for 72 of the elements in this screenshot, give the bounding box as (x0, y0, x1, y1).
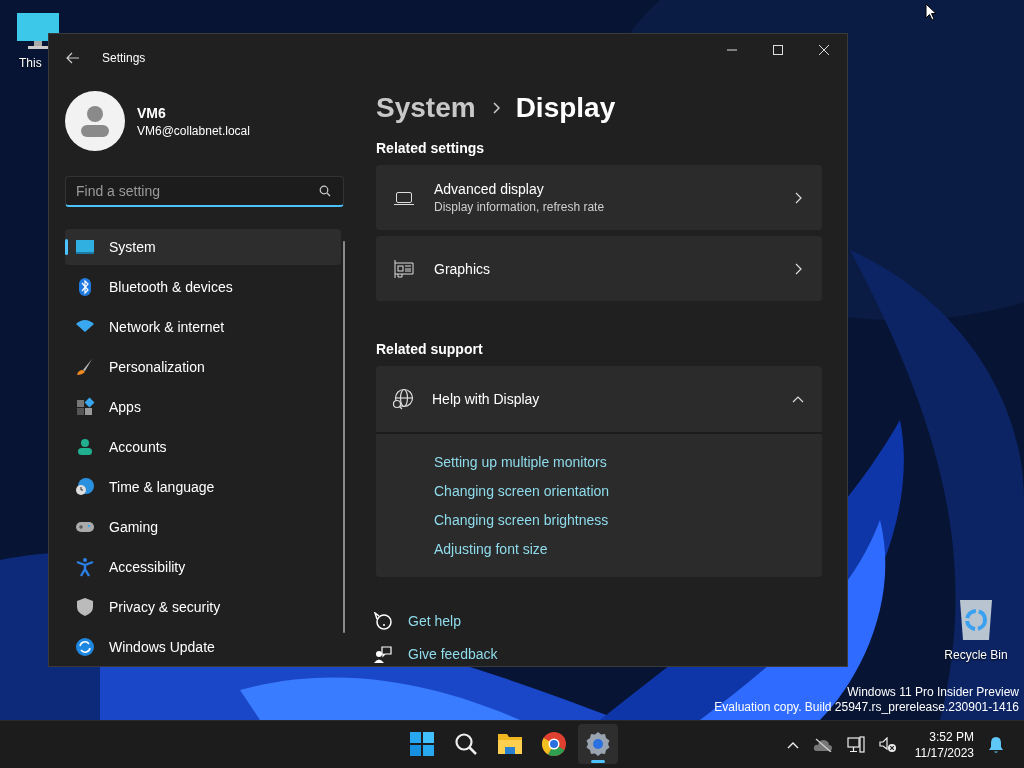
footer-link[interactable]: Get help (408, 611, 461, 631)
feedback-icon (374, 645, 392, 663)
folder-icon (497, 731, 523, 757)
scrollbar[interactable] (343, 241, 345, 633)
cursor-icon (925, 3, 937, 21)
card-title: Advanced display (434, 181, 545, 197)
cloud-off-icon[interactable] (812, 737, 833, 752)
taskbar-button[interactable] (578, 724, 618, 764)
refresh-icon (75, 637, 95, 657)
card-title: Graphics (434, 260, 492, 277)
nav-item[interactable]: Accounts (65, 429, 341, 465)
search-icon (319, 185, 331, 197)
bell-icon[interactable] (988, 735, 1004, 754)
desktop-icon-label[interactable]: Recycle Bin (944, 648, 1008, 662)
help-link[interactable]: Adjusting font size (434, 540, 822, 559)
footer-link[interactable]: Give feedback (408, 644, 498, 664)
gear-icon (585, 731, 611, 757)
recycle-bin-icon[interactable] (958, 598, 994, 642)
help-icon (374, 612, 392, 630)
graphics-card-icon (394, 259, 414, 278)
network-icon[interactable] (846, 735, 865, 754)
start-icon (409, 731, 435, 757)
nav-item[interactable]: Network & internet (65, 309, 341, 345)
desktop-icon-label[interactable]: This (19, 56, 42, 70)
chevron-up-icon[interactable] (786, 740, 799, 749)
expander-header[interactable]: Help with Display (376, 366, 822, 434)
nav-item[interactable]: Time & language (65, 469, 341, 505)
settings-card[interactable]: Advanced display Display information, refresh rate (376, 165, 822, 230)
help-link[interactable]: Setting up multiple monitors (434, 453, 822, 472)
nav-item[interactable]: Accessibility (65, 549, 341, 585)
monitor-icon[interactable] (16, 12, 60, 50)
avatar-icon[interactable] (65, 91, 125, 151)
card-subtitle: Display information, refresh rate (434, 200, 606, 214)
accessibility-icon (75, 557, 95, 577)
chevron-right-icon (794, 191, 802, 204)
help-link[interactable]: Changing screen orientation (434, 482, 822, 501)
nav-item[interactable]: Privacy & security (65, 589, 341, 625)
page-title: Display (515, 92, 616, 124)
monitor-icon (75, 237, 95, 257)
search-icon (453, 731, 479, 757)
account-name: VM6 (137, 104, 167, 121)
section-heading: Related support (376, 341, 484, 357)
chevron-right-icon (491, 102, 500, 114)
nav-item[interactable]: Bluetooth & devices (65, 269, 341, 305)
account-email: VM6@collabnet.local (137, 123, 250, 138)
watermark-text: Evaluation copy. Build 25947.rs_prerelease.230901-1416 (714, 700, 1019, 715)
globe-clock-icon (75, 477, 95, 497)
shield-icon (75, 597, 95, 617)
breadcrumb-parent[interactable]: System (376, 92, 476, 124)
speaker-muted-icon[interactable] (878, 736, 897, 753)
settings-card[interactable]: Graphics (376, 236, 822, 301)
help-link[interactable]: Changing screen brightness (434, 511, 822, 530)
back-icon[interactable] (66, 52, 80, 64)
apps-icon (75, 397, 95, 417)
browser-icon (541, 731, 567, 757)
chevron-right-icon (794, 262, 802, 275)
nav-item[interactable]: Windows Update (65, 629, 341, 665)
nav-item[interactable]: System (65, 229, 341, 265)
nav-item[interactable]: Gaming (65, 509, 341, 545)
person-icon (75, 437, 95, 457)
window-title: Settings (102, 51, 146, 65)
nav-item[interactable]: Apps (65, 389, 341, 425)
maximize-icon (773, 45, 783, 55)
nav-item[interactable]: Personalization (65, 349, 341, 385)
laptop-icon (394, 189, 414, 206)
watermark-text: Windows 11 Pro Insider Preview (847, 685, 1019, 700)
close-icon (819, 45, 829, 55)
chevron-icon (792, 395, 804, 403)
section-heading: Related settings (376, 140, 486, 156)
globe-search-icon (392, 388, 414, 410)
clock[interactable]: 3:52 PM 11/17/2023 (914, 728, 974, 761)
search-field[interactable]: Find a setting (65, 176, 344, 207)
